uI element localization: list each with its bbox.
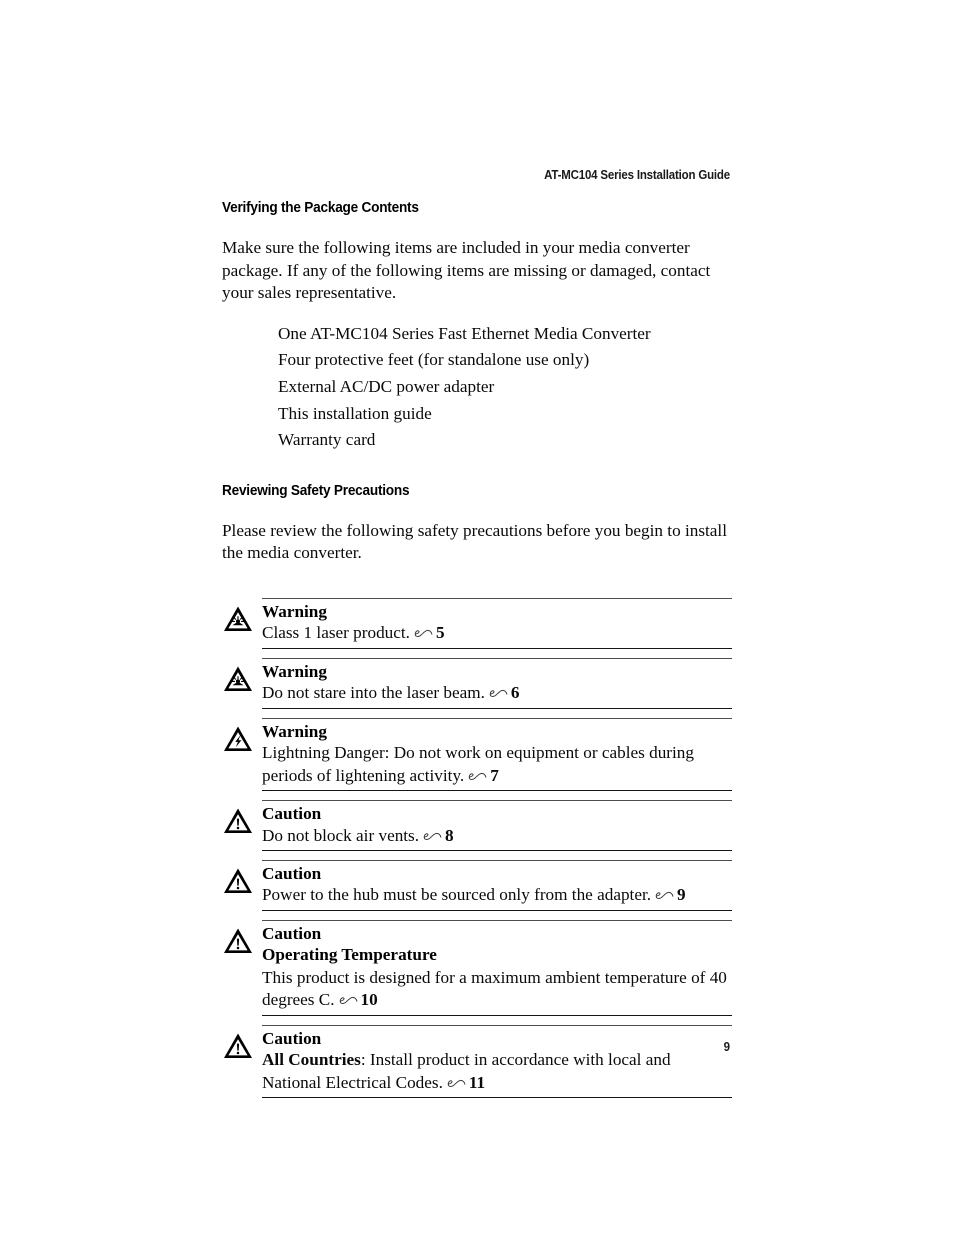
list-item: Four protective feet (for standalone use… bbox=[278, 350, 590, 370]
page-number-folio: 9 bbox=[723, 1040, 730, 1054]
page-reference-number: 9 bbox=[677, 885, 686, 905]
admonition-text: Class 1 laser product. 5 bbox=[262, 622, 732, 644]
admonition-text-body: Power to the hub must be sourced only fr… bbox=[262, 885, 652, 905]
admonition-body: Caution Do not block air vents. 8 bbox=[262, 800, 732, 851]
admonition-text: Do not block air vents. 8 bbox=[262, 825, 732, 847]
exclamation-caution-triangle-icon bbox=[222, 1031, 254, 1061]
admonition-title: Warning bbox=[262, 601, 327, 621]
admonition-text: All Countries: Install product in accord… bbox=[262, 1049, 732, 1094]
admonition-text: Power to the hub must be sourced only fr… bbox=[262, 884, 732, 906]
admonition-title: Warning bbox=[262, 661, 327, 681]
admonition-title: Caution bbox=[262, 1028, 322, 1048]
admonition-body: Caution All Countries: Install product in… bbox=[262, 1024, 732, 1098]
admonition-text-body: Class 1 laser product. bbox=[262, 623, 410, 643]
admonition-block: Warning Class 1 laser product. 5 bbox=[222, 597, 732, 649]
admonition-title: Warning bbox=[262, 721, 327, 741]
page-reference-number: 5 bbox=[435, 623, 445, 643]
running-header: AT-MC104 Series Installation Guide bbox=[544, 168, 730, 182]
admonition-block: Caution Power to the hub must be sourced … bbox=[222, 859, 732, 911]
list-item: Warranty card bbox=[278, 430, 376, 450]
admonition-title: Caution bbox=[262, 923, 322, 943]
page-reference-ornament-icon bbox=[423, 831, 442, 842]
admonition-text-body: This product is designed for a maximum a… bbox=[262, 967, 727, 1010]
admonition-text: Lightning Danger: Do not work on equipme… bbox=[262, 742, 732, 787]
exclamation-caution-triangle-icon bbox=[222, 866, 254, 896]
safety-admonitions-list: Warning Class 1 laser product. 5 Warning Do … bbox=[222, 597, 732, 1098]
section-paragraph-verifying-package-contents: Make sure the following items are includ… bbox=[222, 238, 711, 303]
list-item: One AT-MC104 Series Fast Ethernet Media … bbox=[278, 323, 651, 343]
admonition-lead: All Countries bbox=[262, 1050, 361, 1070]
page-reference-ornament-icon bbox=[414, 628, 433, 639]
page-content: Verifying the Package Contents Make sure… bbox=[222, 200, 732, 1098]
page-reference-ornament-icon bbox=[655, 890, 674, 901]
page-reference-ornament-icon bbox=[339, 995, 358, 1006]
page-reference-ornament-icon bbox=[447, 1078, 466, 1089]
page-reference-number: 8 bbox=[445, 825, 454, 845]
admonition-block: Warning Do not stare into the laser beam.… bbox=[222, 657, 732, 709]
laser-warning-triangle-icon bbox=[222, 664, 254, 694]
document-page: AT-MC104 Series Installation Guide Verif… bbox=[0, 0, 954, 1235]
admonition-title: Caution bbox=[262, 804, 322, 824]
list-item: This installation guide bbox=[278, 403, 432, 423]
page-reference-ornament-icon bbox=[489, 688, 508, 699]
admonition-text-body: Do not block air vents. bbox=[262, 825, 420, 845]
section-heading-verifying-package-contents: Verifying the Package Contents bbox=[222, 200, 419, 216]
admonition-block: Warning Lightning Danger: Do not work on … bbox=[222, 717, 732, 792]
admonition-body: Caution Operating Temperature This product… bbox=[262, 919, 732, 1016]
admonition-body: Warning Class 1 laser product. 5 bbox=[262, 597, 732, 649]
page-reference-number: 10 bbox=[360, 990, 378, 1010]
exclamation-caution-triangle-icon bbox=[222, 926, 254, 956]
section-heading-reviewing-safety-precautions: Reviewing Safety Precautions bbox=[222, 482, 410, 499]
admonition-subtitle: Operating Temperature bbox=[262, 945, 437, 965]
list-item: External AC/DC power adapter bbox=[278, 376, 495, 396]
admonition-text-body: Do not stare into the laser beam. bbox=[262, 683, 485, 703]
admonition-block: Caution Operating Temperature This product… bbox=[222, 919, 732, 1016]
admonition-block: Caution Do not block air vents. 8 bbox=[222, 800, 732, 851]
package-contents-list: One AT-MC104 Series Fast Ethernet Media … bbox=[222, 321, 732, 454]
page-reference-number: 7 bbox=[490, 765, 499, 785]
page-reference-number: 6 bbox=[510, 683, 520, 703]
admonition-text: Do not stare into the laser beam. 6 bbox=[262, 682, 732, 704]
page-reference-ornament-icon bbox=[468, 771, 487, 782]
admonition-body: Caution Power to the hub must be sourced … bbox=[262, 859, 732, 911]
admonition-text: This product is designed for a maximum a… bbox=[262, 967, 732, 1012]
admonition-block: Caution All Countries: Install product in… bbox=[222, 1024, 732, 1098]
page-reference-number: 11 bbox=[468, 1072, 486, 1092]
admonition-title: Caution bbox=[262, 863, 322, 883]
section-paragraph-reviewing-safety-precautions: Please review the following safety preca… bbox=[222, 520, 727, 563]
exclamation-caution-triangle-icon bbox=[222, 806, 254, 836]
lightning-warning-triangle-icon bbox=[222, 724, 254, 754]
admonition-body: Warning Lightning Danger: Do not work on … bbox=[262, 717, 732, 792]
laser-warning-triangle-icon bbox=[222, 604, 254, 634]
admonition-body: Warning Do not stare into the laser beam.… bbox=[262, 657, 732, 709]
